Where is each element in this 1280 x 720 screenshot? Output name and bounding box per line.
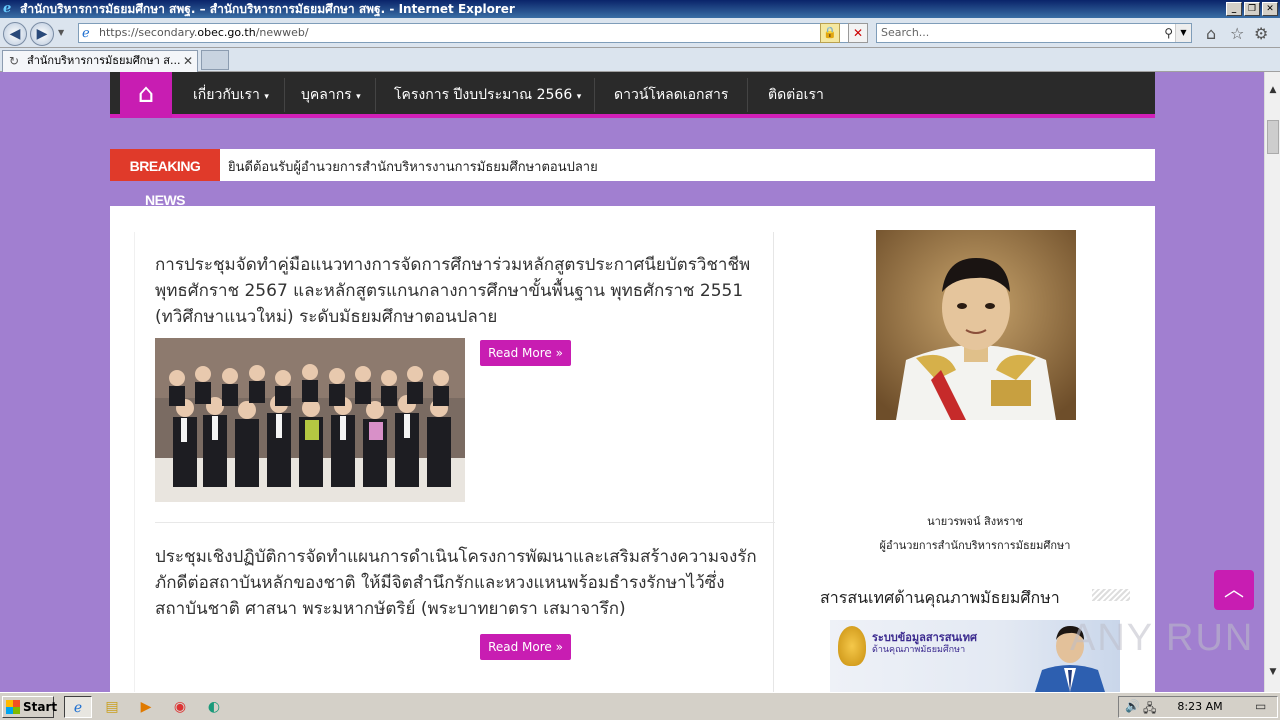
read-more-button[interactable]: Read More » [480, 634, 571, 660]
lock-icon[interactable]: 🔒 [820, 23, 840, 43]
page-viewport: ⌂ เกี่ยวกับเรา ▾ บุคลากร ▾ โครงการ ปีงบป… [0, 72, 1264, 692]
stop-button[interactable]: ✕ [848, 23, 868, 43]
nav-label: โครงการ ปีงบประมาณ 2566 [394, 87, 573, 103]
nav-item-contact[interactable]: ติดต่อเรา [768, 72, 824, 118]
taskbar-clock[interactable]: 8:23 AM [1165, 697, 1235, 717]
group-photo [155, 338, 465, 502]
nav-item-staff[interactable]: บุคลากร ▾ [301, 72, 361, 118]
widget-title: สารสนเทศด้านคุณภาพมัธยมศึกษา [820, 588, 1060, 607]
search-icon[interactable]: ⚲ [1164, 24, 1173, 42]
close-window-button[interactable]: ✕ [1262, 2, 1278, 16]
windows-taskbar: Start ℯ ▤ ▶ ◉ ◐ 🔊 🖧 8:23 AM ▭ [0, 692, 1280, 720]
nav-separator [747, 78, 748, 112]
nav-separator [594, 78, 595, 112]
nav-separator [284, 78, 285, 112]
window-title-bar: ℯ สำนักบริหารการมัธยมศึกษา สพฐ. – สำนักบ… [0, 0, 1280, 18]
director-name: นายวรพจน์ สิงหราช [927, 515, 1023, 528]
ministry-seal-icon [838, 626, 866, 666]
favorites-star-icon[interactable]: ☆ [1230, 24, 1244, 43]
history-dropdown-icon[interactable]: ▼ [58, 28, 64, 37]
back-arrow-icon: ◀ [9, 26, 21, 42]
system-tray: 🔊 🖧 8:23 AM ▭ [1118, 696, 1278, 718]
url-domain: obec.go.th [197, 26, 256, 39]
back-button[interactable]: ◀ [3, 22, 27, 46]
chevron-up-icon: ︿ [1224, 577, 1244, 601]
new-tab-button[interactable] [201, 50, 229, 70]
breaking-news-text[interactable]: ยินดีต้อนรับผู้อำนวยการสำนักบริหารงานการ… [228, 149, 598, 181]
url-host: https://secondary. [99, 26, 198, 39]
loading-spinner-icon: ↻ [9, 54, 20, 68]
director-position: ผู้อำนวยการสำนักบริหารการมัธยมศึกษา [879, 539, 1071, 552]
close-tab-icon[interactable]: ✕ [183, 51, 193, 71]
main-content-area: การประชุมจัดทำคู่มือแนวทางการจัดการศึกษา… [110, 206, 1155, 692]
nav-label: เกี่ยวกับเรา [193, 87, 260, 103]
ie-logo-icon: ℯ [3, 1, 12, 16]
forward-button[interactable]: ▶ [30, 22, 54, 46]
settings-gear-icon[interactable]: ⚙ [1254, 24, 1268, 43]
scroll-down-arrow-icon[interactable]: ▼ [1265, 664, 1280, 680]
tab-current[interactable]: ↻ สำนักบริหารการมัธยมศึกษา ส... ✕ [2, 50, 198, 72]
minimize-button[interactable]: _ [1226, 2, 1242, 16]
caret-down-icon: ▾ [576, 92, 582, 102]
browser-toolbar: ◀ ▶ ▼ ℯ https://secondary.obec.go.th/new… [0, 18, 1280, 48]
forward-arrow-icon: ▶ [36, 26, 48, 42]
nav-item-about[interactable]: เกี่ยวกับเรา ▾ [193, 72, 269, 118]
site-home-button[interactable]: ⌂ [120, 72, 172, 118]
start-label: Start [23, 700, 58, 714]
breaking-news-bar: BREAKING NEWS ยินดีต้อนรับผู้อำนวยการสำน… [110, 149, 1155, 208]
nav-separator [375, 78, 376, 112]
widget-title-decoration [1092, 589, 1130, 601]
windows-flag-icon [6, 700, 20, 714]
taskbar-ie-icon[interactable]: ℯ [64, 696, 92, 718]
show-desktop-icon[interactable]: ▭ [1255, 699, 1266, 713]
post-divider [155, 522, 775, 523]
home-icon: ⌂ [137, 79, 155, 109]
post-title[interactable]: การประชุมจัดทำคู่มือแนวทางการจัดการศึกษา… [155, 252, 775, 330]
search-placeholder: Search... [881, 26, 930, 39]
nav-item-downloads[interactable]: ดาวน์โหลดเอกสาร [614, 72, 728, 118]
address-bar[interactable]: ℯ https://secondary.obec.go.th/newweb/ ▼ [78, 23, 868, 43]
post-image[interactable] [155, 338, 465, 502]
home-icon[interactable]: ⌂ [1206, 24, 1216, 43]
scrollbar-thumb[interactable] [1267, 120, 1279, 154]
network-icon[interactable]: 🖧 [1143, 699, 1156, 720]
nav-label: บุคลากร [301, 87, 352, 103]
volume-icon[interactable]: 🔊 [1125, 699, 1140, 713]
window-title: สำนักบริหารการมัธยมศึกษา สพฐ. – สำนักบริ… [20, 2, 515, 16]
search-input[interactable]: Search... ⚲ ▼ [876, 23, 1192, 43]
banner-subtitle: ด้านคุณภาพมัธยมศึกษา [872, 645, 966, 655]
site-navbar: ⌂ เกี่ยวกับเรา ▾ บุคลากร ▾ โครงการ ปีงบป… [110, 72, 1155, 118]
taskbar-explorer-icon[interactable]: ▤ [98, 696, 126, 718]
scroll-to-top-button[interactable]: ︿ [1214, 570, 1254, 610]
restore-button[interactable]: ❐ [1244, 2, 1260, 16]
search-dropdown-icon[interactable]: ▼ [1175, 24, 1191, 42]
posts-column: การประชุมจัดทำคู่มือแนวทางการจัดการศึกษา… [134, 232, 775, 692]
caret-down-icon: ▾ [264, 92, 269, 102]
page-ie-icon: ℯ [82, 26, 90, 41]
start-button[interactable]: Start [2, 696, 58, 718]
taskbar-edge-icon[interactable]: ◐ [200, 696, 228, 718]
director-portrait [876, 230, 1076, 420]
read-more-button[interactable]: Read More » [480, 340, 571, 366]
tab-title: สำนักบริหารการมัธยมศึกษา ส... [27, 54, 181, 67]
tab-bar: ↻ สำนักบริหารการมัธยมศึกษา ส... ✕ [0, 48, 1280, 72]
watermark-text: ANY RUN [1070, 617, 1255, 659]
url-path: /newweb/ [255, 26, 309, 39]
page-scrollbar[interactable]: ▲ ▼ [1264, 72, 1280, 692]
caret-down-icon: ▾ [356, 92, 361, 102]
scroll-up-arrow-icon[interactable]: ▲ [1265, 82, 1280, 98]
taskbar-media-player-icon[interactable]: ▶ [132, 696, 160, 718]
post-title[interactable]: ประชุมเชิงปฏิบัติการจัดทำแผนการดำเนินโคร… [155, 544, 775, 622]
taskbar-chrome-icon[interactable]: ◉ [166, 696, 194, 718]
portrait-image [876, 230, 1076, 420]
breaking-news-label: BREAKING NEWS [110, 149, 220, 208]
nav-item-projects[interactable]: โครงการ ปีงบประมาณ 2566 ▾ [394, 72, 581, 118]
